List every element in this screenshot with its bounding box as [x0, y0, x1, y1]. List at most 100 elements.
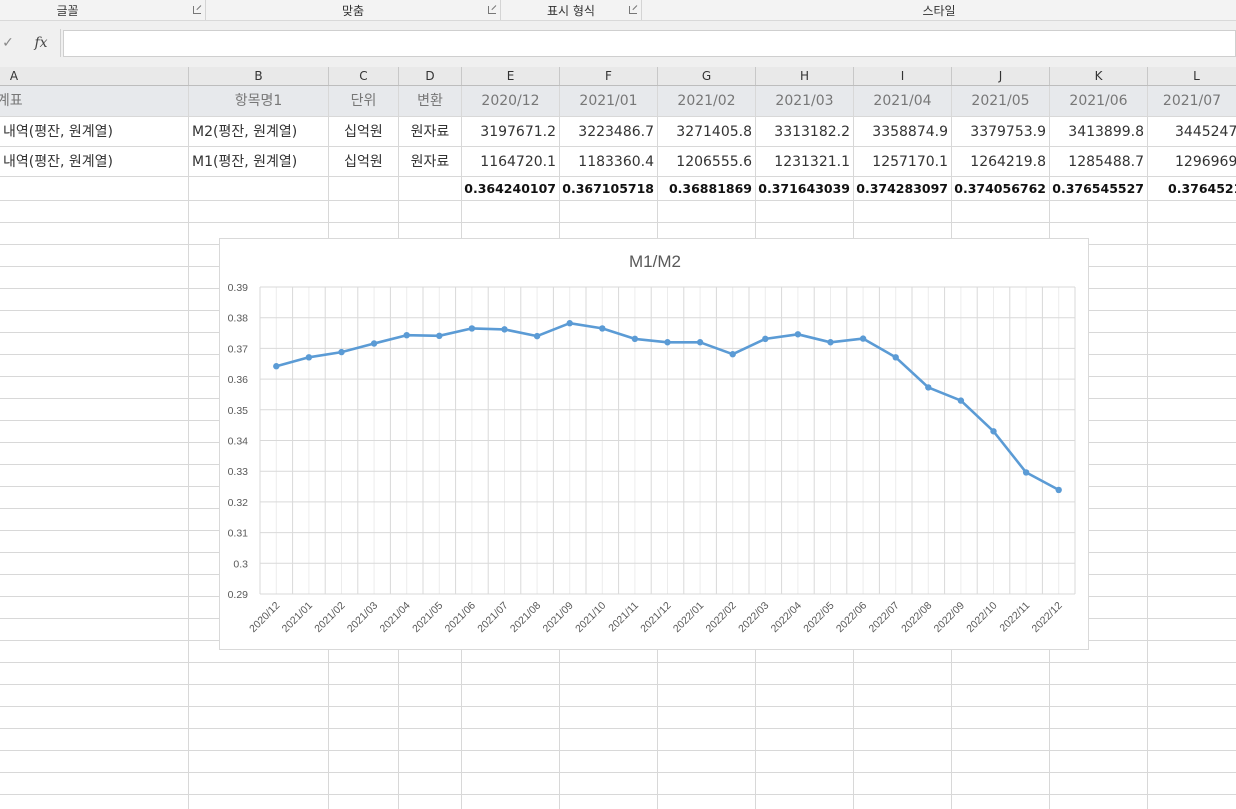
cell-d2[interactable]: 원자료 — [399, 117, 461, 147]
grid-row-line — [0, 772, 1236, 773]
column-header-d[interactable]: D — [399, 67, 462, 85]
chart-data-point — [762, 335, 769, 343]
alignment-dialog-launcher-icon[interactable] — [488, 6, 496, 14]
chart-x-tick-label: 2022/02 — [703, 600, 738, 635]
cell-g4[interactable]: 0.36881869 — [658, 178, 755, 200]
number-format-dialog-launcher-icon[interactable] — [629, 6, 637, 14]
formula-bar: ✓ fx — [0, 21, 1236, 67]
chart-data-point — [696, 339, 704, 346]
chart-x-tick-label: 2021/01 — [280, 600, 315, 635]
chart-data-point — [1055, 486, 1062, 494]
chart-x-tick-label: 2022/04 — [769, 600, 804, 635]
cell-e2[interactable]: 3197671.2 — [462, 117, 559, 147]
grid-row-line — [0, 794, 1236, 795]
chart-y-tick-label: 0.31 — [228, 528, 249, 540]
cell-h4[interactable]: 0.371643039 — [756, 178, 853, 200]
cell-j3[interactable]: 1264219.8 — [952, 147, 1049, 177]
column-header-a-label: A — [9, 69, 19, 83]
column-header-row: A B C D E F G H I J K L — [0, 67, 1236, 86]
column-header-b[interactable]: B — [189, 67, 329, 85]
chart-x-tick-label: 2021/10 — [573, 600, 608, 635]
cell-l2[interactable]: 3445247 — [1148, 117, 1236, 147]
cell-b1[interactable]: 항목명1 — [189, 86, 328, 116]
cell-a2[interactable]: 내역(평잔, 원계열) — [0, 117, 188, 147]
column-header-l[interactable]: L — [1148, 67, 1236, 85]
chart-data-point — [631, 335, 639, 343]
chart-data-point — [566, 320, 573, 327]
cell-f3[interactable]: 1183360.4 — [560, 147, 657, 177]
column-header-h[interactable]: H — [756, 67, 854, 85]
grid-column-line — [188, 86, 189, 809]
cell-h2[interactable]: 3313182.2 — [756, 117, 853, 147]
cell-b2[interactable]: M2(평잔, 원계열) — [189, 117, 328, 147]
chart-data-point — [273, 363, 280, 370]
cell-c1[interactable]: 단위 — [329, 86, 398, 116]
cell-e3[interactable]: 1164720.1 — [462, 147, 559, 177]
cell-c3[interactable]: 십억원 — [329, 147, 398, 177]
m1-m2-line-chart[interactable]: M1/M2 0.29 0.3 0.31 0.32 0.33 0.34 0.35 0.36 0.3… — [219, 238, 1089, 650]
font-dialog-launcher-icon[interactable] — [193, 6, 201, 14]
chart-x-tick-label: 2022/05 — [801, 600, 836, 635]
column-header-g[interactable]: G — [658, 67, 756, 85]
cell-l1[interactable]: 2021/07 — [1148, 86, 1236, 116]
cell-d1[interactable]: 변환 — [399, 86, 461, 116]
chart-y-tick-label: 0.38 — [228, 313, 249, 325]
cell-g1[interactable]: 2021/02 — [658, 86, 755, 116]
chart-data-point — [305, 354, 313, 361]
cell-j1[interactable]: 2021/05 — [952, 86, 1049, 116]
cell-i2[interactable]: 3358874.9 — [854, 117, 951, 147]
cell-j4[interactable]: 0.374056762 — [952, 178, 1049, 200]
column-header-j[interactable]: J — [952, 67, 1050, 85]
column-header-e[interactable]: E — [462, 67, 560, 85]
cell-e1[interactable]: 2020/12 — [462, 86, 559, 116]
chart-data-point — [794, 331, 802, 338]
chart-y-tick-label: 0.32 — [228, 497, 249, 509]
enter-check-icon[interactable]: ✓ — [0, 31, 22, 55]
cell-a1[interactable]: 통계표 — [0, 86, 44, 116]
chart-y-tick-label: 0.37 — [228, 343, 249, 355]
chart-data-point — [990, 428, 997, 435]
cell-k4[interactable]: 0.376545527 — [1050, 178, 1147, 200]
cell-g3[interactable]: 1206555.6 — [658, 147, 755, 177]
chart-y-tick-label: 0.39 — [228, 282, 249, 294]
column-header-f[interactable]: F — [560, 67, 658, 85]
column-header-a[interactable]: A — [0, 67, 189, 85]
column-header-k[interactable]: K — [1050, 67, 1148, 85]
chart-y-axis-ticks: 0.29 0.3 0.31 0.32 0.33 0.34 0.35 0.36 0.37 0.38 0… — [228, 282, 249, 601]
ribbon-group-font-label: 글꼴 — [56, 4, 79, 18]
cell-l3[interactable]: 1296969 — [1148, 147, 1236, 177]
cell-g2[interactable]: 3271405.8 — [658, 117, 755, 147]
ribbon-group-font: 글꼴 — [0, 0, 206, 20]
insert-function-icon[interactable]: fx — [27, 31, 55, 55]
chart-x-tick-label: 2021/04 — [377, 600, 412, 635]
chart-x-tick-label: 2022/03 — [736, 600, 771, 635]
cell-k2[interactable]: 3413899.8 — [1050, 117, 1147, 147]
cell-l4[interactable]: 0.37645211 — [1148, 178, 1236, 200]
cell-i3[interactable]: 1257170.1 — [854, 147, 951, 177]
cell-k3[interactable]: 1285488.7 — [1050, 147, 1147, 177]
cell-b3[interactable]: M1(평잔, 원계열) — [189, 147, 328, 177]
cell-d3[interactable]: 원자료 — [399, 147, 461, 177]
chart-canvas: M1/M2 0.29 0.3 0.31 0.32 0.33 0.34 0.35 0.36 0.3… — [228, 252, 1076, 635]
chart-y-tick-label: 0.35 — [228, 405, 249, 417]
cell-f4[interactable]: 0.367105718 — [560, 178, 657, 200]
grid-row-line — [0, 728, 1236, 729]
cell-h3[interactable]: 1231321.1 — [756, 147, 853, 177]
ribbon-group-alignment: 맞춤 — [206, 0, 501, 20]
chart-x-tick-label: 2021/05 — [410, 600, 445, 635]
cell-i1[interactable]: 2021/04 — [854, 86, 951, 116]
formula-input[interactable] — [63, 30, 1236, 57]
cell-j2[interactable]: 3379753.9 — [952, 117, 1049, 147]
cell-h1[interactable]: 2021/03 — [756, 86, 853, 116]
chart-data-point — [729, 351, 736, 358]
cell-e4[interactable]: 0.364240107 — [462, 178, 559, 200]
cell-c2[interactable]: 십억원 — [329, 117, 398, 147]
ribbon-group-strip: 글꼴 맞춤 표시 형식 스타일 — [0, 0, 1236, 21]
column-header-i[interactable]: I — [854, 67, 952, 85]
cell-f1[interactable]: 2021/01 — [560, 86, 657, 116]
column-header-c[interactable]: C — [329, 67, 399, 85]
cell-i4[interactable]: 0.374283097 — [854, 178, 951, 200]
cell-f2[interactable]: 3223486.7 — [560, 117, 657, 147]
cell-k1[interactable]: 2021/06 — [1050, 86, 1147, 116]
cell-a3[interactable]: 내역(평잔, 원계열) — [0, 147, 188, 177]
